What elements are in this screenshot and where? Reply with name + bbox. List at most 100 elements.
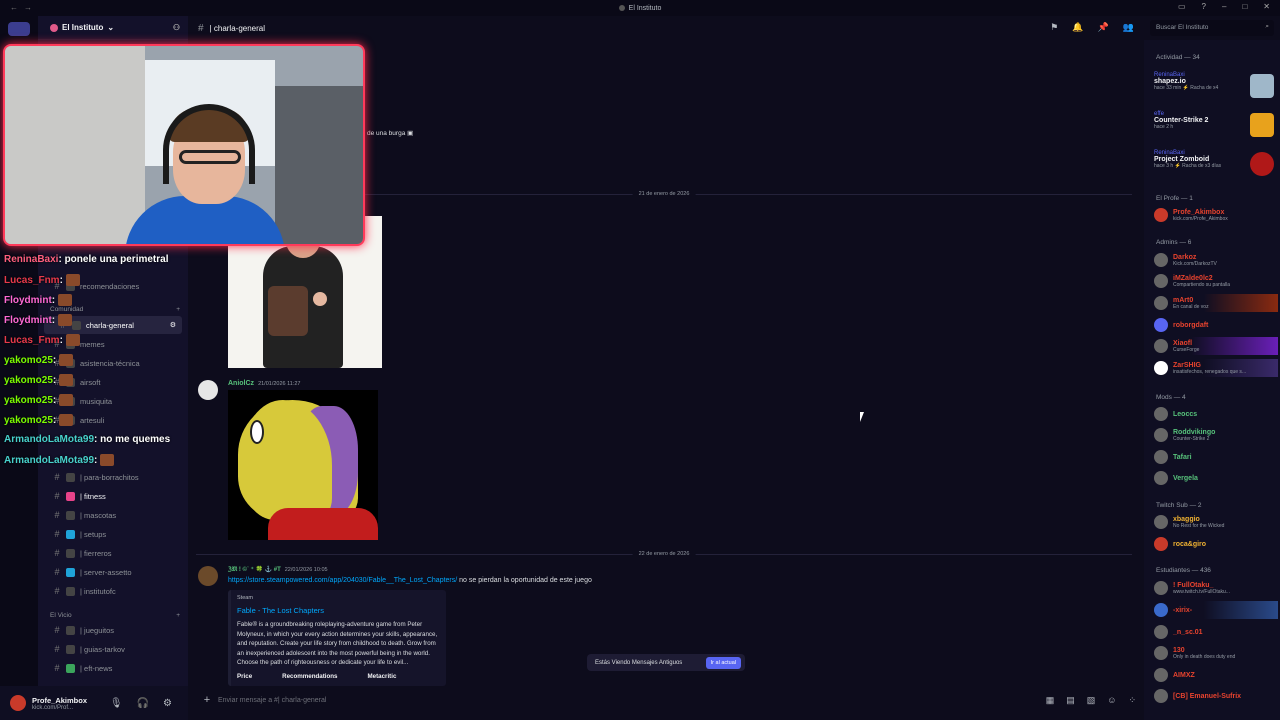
- image-shape: [250, 420, 264, 444]
- image-shape: [313, 292, 327, 306]
- window-controls[interactable]: ▭? – □ ✕: [1178, 2, 1270, 11]
- channel-institutofc[interactable]: # | institutofc: [38, 582, 188, 600]
- avatar[interactable]: [198, 380, 218, 400]
- member-item[interactable]: Vergela: [1154, 469, 1278, 487]
- chat-line: Lucas_Fnm:: [4, 334, 80, 346]
- member-item[interactable]: -xirix-: [1154, 601, 1278, 619]
- sticker-icon[interactable]: ▧: [1087, 695, 1096, 706]
- message-link[interactable]: https://store.steampowered.com/app/20403…: [228, 577, 457, 584]
- activity-card[interactable]: ReninaBaxi Project Zomboid hace 3 h ⚡ Rach…: [1154, 150, 1276, 180]
- help-icon[interactable]: ?: [1202, 2, 1206, 11]
- chat-user: yakomo25: [4, 374, 53, 386]
- emote-icon: [59, 354, 74, 366]
- channel-fitness[interactable]: # | fitness: [38, 487, 188, 505]
- microphone-icon[interactable]: 🎙: [110, 698, 123, 709]
- member-item[interactable]: AIMXZ: [1154, 666, 1278, 684]
- message-gif[interactable]: [228, 390, 378, 540]
- member-label: Tafari: [1173, 453, 1192, 461]
- add-channel-icon[interactable]: +: [176, 306, 180, 313]
- add-channel-icon[interactable]: +: [176, 612, 180, 619]
- timestamp: 22/01/2026 10:05: [284, 567, 328, 573]
- message-author[interactable]: ℨ𝔐 ! ©ʿ ⁺ 🍀 ⚓ #T 22/01/2026 10:05: [228, 566, 328, 574]
- threads-icon[interactable]: ⚑: [1050, 22, 1058, 33]
- search-input[interactable]: Buscar El Instituto ⌕: [1150, 20, 1274, 36]
- member-item[interactable]: [CB] Emanuel-Sufrix: [1154, 687, 1278, 705]
- member-status: No Rest for the Wicked: [1173, 522, 1225, 529]
- maximize-icon[interactable]: □: [1242, 2, 1247, 11]
- channel-para-borrachitos[interactable]: # | para-borrachitos: [38, 468, 188, 486]
- member-item[interactable]: roca&giro: [1154, 535, 1278, 553]
- avatar[interactable]: [198, 566, 218, 586]
- message-author[interactable]: AniolCz 21/01/2026 11:27: [228, 380, 300, 387]
- bell-icon[interactable]: 🔔: [1072, 22, 1083, 33]
- channel-guias-tarkov[interactable]: # | guias-tarkov: [38, 640, 188, 658]
- channel-server-assetto[interactable]: # | server-assetto: [38, 563, 188, 581]
- chat-user: Floydmint: [4, 294, 52, 306]
- member-item[interactable]: iMZalde0lc2 Compartiendo su pantalla: [1154, 272, 1278, 290]
- avatar: [1154, 471, 1168, 485]
- inbox-icon[interactable]: ▭: [1178, 2, 1186, 11]
- pin-icon[interactable]: 📌: [1098, 22, 1109, 33]
- member-name: Profe_Akimbox kick.com/Profe_Akimbox: [1173, 209, 1228, 222]
- timestamp: 21/01/2026 11:27: [258, 381, 301, 387]
- settings-icon[interactable]: ⚙: [170, 321, 176, 329]
- member-label: iMZalde0lc2: [1173, 274, 1213, 282]
- section-label: Actividad — 34: [1156, 54, 1200, 61]
- activity-card[interactable]: effe Counter-Strike 2 hace 2 h: [1154, 111, 1276, 141]
- channel-header: # | charla-general ⚑ 🔔 📌 👥: [188, 16, 1144, 40]
- activity-card[interactable]: ReninaBaxi shapez.io hace 33 min ⚡ Racha d…: [1154, 72, 1276, 102]
- message-composer[interactable]: + Enviar mensaje a #| charla-general ▦ ▤…: [196, 690, 1136, 710]
- member-item[interactable]: Darkoz Kick.com/DarkozTV: [1154, 251, 1278, 269]
- member-item[interactable]: Tafari: [1154, 448, 1278, 466]
- attach-icon[interactable]: +: [196, 694, 218, 706]
- member-item[interactable]: xbaggio No Rest for the Wicked: [1154, 513, 1278, 531]
- channel-setups[interactable]: # | setups: [38, 525, 188, 543]
- category-comunidad[interactable]: Comunidad +: [50, 306, 180, 313]
- chat-line: Floydmint:: [4, 314, 73, 326]
- channel-label: | fitness: [80, 491, 106, 501]
- server-header[interactable]: El Instituto ⌄ ⚇: [38, 16, 188, 40]
- hash-icon: #: [54, 472, 60, 482]
- hash-icon: #: [54, 510, 60, 520]
- jump-to-present-button[interactable]: Ir al actual: [705, 656, 741, 669]
- user-panel: Profe_Akimbox kick.com/Prof... 🎙 🎧 ⚙: [0, 686, 188, 720]
- channel-jueguitos[interactable]: # | jueguitos: [38, 621, 188, 639]
- member-item[interactable]: _n_sc.01: [1154, 623, 1278, 641]
- member-item[interactable]: ZarSHIG insatisfechos, renegados que s...: [1154, 359, 1278, 377]
- channel-mascotas[interactable]: # | mascotas: [38, 506, 188, 524]
- gift-icon[interactable]: ▦: [1046, 695, 1055, 706]
- member-item[interactable]: mArt0 En canal de voz: [1154, 294, 1278, 312]
- member-item[interactable]: Profe_Akimbox kick.com/Profe_Akimbox: [1154, 206, 1278, 224]
- channel-label: | guias-tarkov: [80, 644, 125, 654]
- apps-icon[interactable]: ⁘: [1128, 695, 1136, 706]
- channel-fierreros[interactable]: # | fierreros: [38, 544, 188, 562]
- gif-icon[interactable]: ▤: [1066, 695, 1075, 706]
- embed-title[interactable]: Fable - The Lost Chapters: [237, 606, 440, 615]
- emoji-icon[interactable]: ☺: [1107, 695, 1116, 706]
- member-item[interactable]: ! FullOtaku_ www.twitch.tv/FullOtaku...: [1154, 579, 1278, 597]
- member-item[interactable]: Leoccs: [1154, 405, 1278, 423]
- chat-line: yakomo25:: [4, 394, 74, 406]
- avatar: [1154, 625, 1168, 639]
- hash-icon: #: [54, 567, 60, 577]
- section-header: El Profe — 1: [1156, 195, 1193, 202]
- add-friend-icon[interactable]: ⚇: [173, 23, 180, 32]
- home-server-icon[interactable]: [8, 22, 30, 36]
- avatar: [1154, 361, 1168, 375]
- channel-emoji-icon: [66, 644, 75, 654]
- channel-eft-news[interactable]: # | eft-news: [38, 659, 188, 677]
- member-item[interactable]: Roddvikingo Counter-Strike 2: [1154, 426, 1278, 444]
- category-el-vicio[interactable]: El Vicio +: [50, 612, 180, 619]
- member-item[interactable]: Xiaofl CurseForge: [1154, 337, 1278, 355]
- member-item[interactable]: roborgdaft: [1154, 316, 1278, 334]
- members-icon[interactable]: 👥: [1123, 22, 1134, 33]
- nav-arrows[interactable]: ←→: [10, 3, 38, 12]
- member-status: Compartiendo su pantalla: [1173, 281, 1230, 288]
- gear-icon[interactable]: ⚙: [163, 698, 172, 709]
- minimize-icon[interactable]: –: [1222, 2, 1226, 11]
- avatar: [1154, 339, 1168, 353]
- headphones-icon[interactable]: 🎧: [137, 698, 149, 709]
- member-item[interactable]: 130 Only in death does duty end: [1154, 644, 1278, 662]
- avatar[interactable]: [10, 695, 26, 711]
- close-icon[interactable]: ✕: [1263, 2, 1270, 11]
